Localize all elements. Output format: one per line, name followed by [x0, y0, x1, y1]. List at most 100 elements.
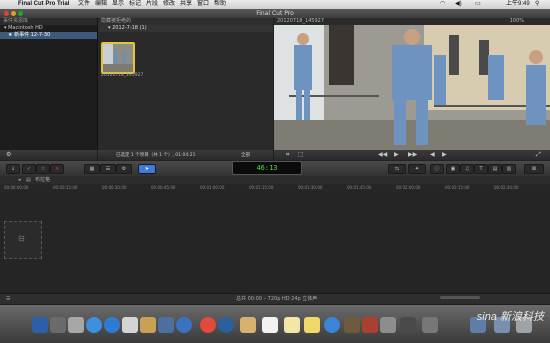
minimize-window-icon[interactable]	[11, 11, 16, 16]
reject-icon[interactable]: ✕	[50, 164, 64, 174]
mac-dock	[0, 305, 550, 343]
inspector-icon[interactable]: ⓘ	[430, 164, 444, 174]
mail-icon[interactable]	[122, 317, 138, 333]
system-icon[interactable]	[176, 317, 192, 333]
event-date: 2012-7-18	[112, 25, 138, 31]
empty-storyline-placeholder[interactable]: ⊟	[4, 221, 42, 259]
next-edit-icon[interactable]: ▶	[442, 151, 447, 158]
library-event-item[interactable]: ★ 新事件 12-7-30	[0, 32, 97, 39]
ruler-tick: 00:02:30:00	[494, 185, 519, 190]
final-cut-pro-icon[interactable]	[400, 317, 416, 333]
transform-icon[interactable]: ⬚	[298, 151, 304, 158]
menubar-clock[interactable]: 上午9:49	[506, 0, 530, 9]
event-browser-panel: 隐藏被拒绝的 ▾ 2012-7-18 (1) 20120718_145927	[98, 18, 273, 150]
import-media-icon[interactable]: ↓	[6, 164, 20, 174]
chrome-icon[interactable]	[200, 317, 216, 333]
photobooth-icon[interactable]	[362, 317, 378, 333]
stickies-icon[interactable]	[284, 317, 300, 333]
gear-icon[interactable]: ⚙	[116, 164, 132, 174]
clip-appearance-icon[interactable]: ▦	[84, 164, 100, 174]
finder-icon[interactable]	[32, 317, 48, 333]
crop-icon[interactable]: ⌗	[286, 151, 289, 159]
audio-meter-icon[interactable]: ⇆	[388, 164, 406, 174]
timeline-area[interactable]: ⊟	[0, 191, 550, 293]
browser-show-menu[interactable]: 全部	[241, 152, 250, 158]
zoom-window-icon[interactable]	[18, 11, 23, 16]
spotlight-icon[interactable]: ⚲	[535, 0, 539, 9]
viewer-header: 20120718_145927 100%	[274, 18, 550, 25]
library-disk-item[interactable]: ▾ Macintosh HD	[0, 25, 97, 32]
menu-file[interactable]: 文件	[78, 0, 90, 9]
project-icon: ▤	[26, 177, 31, 183]
wifi-icon[interactable]: ◠	[440, 0, 445, 9]
play-from-start-icon[interactable]: ◀◀	[378, 151, 387, 158]
dashboard-timecode[interactable]: 46:13	[232, 161, 302, 175]
menu-view[interactable]: 显示	[112, 0, 124, 9]
back-arrow-icon[interactable]: ◂	[18, 176, 21, 184]
ruler-tick: 00:01:45:00	[347, 185, 372, 190]
themes-icon[interactable]: ▥	[502, 164, 516, 174]
play-icon[interactable]: ▶	[394, 151, 399, 158]
menu-help[interactable]: 帮助	[214, 0, 226, 9]
clip-thumbnail[interactable]	[101, 42, 135, 74]
menu-clip[interactable]: 片段	[146, 0, 158, 9]
timeline-index-icon[interactable]: ☰	[6, 294, 10, 304]
close-window-icon[interactable]	[4, 11, 9, 16]
titles-icon[interactable]: T	[474, 164, 488, 174]
prev-edit-icon[interactable]: ◀	[430, 151, 435, 158]
volume-icon[interactable]: ◀)	[455, 0, 462, 9]
library-action-icon[interactable]: ⚙	[6, 151, 11, 158]
library-header: 事件资源库	[0, 18, 97, 25]
ruler-tick: 00:02:00:00	[396, 185, 421, 190]
menu-bar: Final Cut Pro Trial 文件 编辑 显示 标记 片段 修改 共享…	[0, 0, 550, 9]
iphoto-icon[interactable]	[344, 317, 360, 333]
viewer-panel: 20120718_145927 100%	[274, 18, 550, 150]
preview-icon[interactable]	[380, 317, 396, 333]
event-date-row[interactable]: ▾ 2012-7-18 (1)	[98, 25, 273, 32]
contacts-icon[interactable]	[140, 317, 156, 333]
mission-control-icon[interactable]	[68, 317, 84, 333]
notepad-icon[interactable]	[304, 317, 320, 333]
ruler-tick: 00:00:00:00	[4, 185, 29, 190]
ruler-tick: 00:01:00:00	[200, 185, 225, 190]
zoom-slider[interactable]	[440, 296, 480, 299]
menu-edit[interactable]: 编辑	[95, 0, 107, 9]
menu-window[interactable]: 窗口	[197, 0, 209, 9]
app-menu[interactable]: Final Cut Pro Trial	[18, 0, 69, 9]
ruler-tick: 00:01:15:00	[249, 185, 274, 190]
browser-filter[interactable]: 隐藏被拒绝的	[98, 18, 273, 25]
enhance-icon[interactable]: ✦	[408, 164, 426, 174]
music-icon[interactable]: ♫	[460, 164, 474, 174]
photos-icon[interactable]: ▣	[446, 164, 460, 174]
window-title: Final Cut Pro	[256, 10, 294, 17]
dashboard-icon[interactable]	[50, 317, 66, 333]
system-preferences-icon[interactable]	[422, 317, 438, 333]
favorite-icon[interactable]: ☆	[36, 164, 50, 174]
disclosure-triangle-icon[interactable]: ▾	[4, 25, 7, 31]
select-tool-icon[interactable]: ➤	[138, 164, 156, 174]
menu-share[interactable]: 共享	[180, 0, 192, 9]
timeline-header: ◂ ▤ 布拉格	[0, 176, 550, 184]
browser-bottom-bar: 已选定 1 个项目（共 1 个）, 01:04:21 全部	[98, 150, 273, 160]
battery-icon[interactable]: ▭	[475, 0, 481, 9]
transitions-icon[interactable]: ⊠	[524, 164, 544, 174]
menu-mark[interactable]: 标记	[129, 0, 141, 9]
fullscreen-icon[interactable]: ⤢	[536, 151, 541, 159]
filmstrip-view-icon[interactable]: ☰	[100, 164, 116, 174]
safari-icon[interactable]	[104, 317, 120, 333]
viewer-zoom[interactable]: 100%	[510, 18, 524, 25]
viewer-clip-name: 20120718_145927	[277, 18, 325, 24]
ruler-tick: 00:00:45:00	[151, 185, 176, 190]
itunes-icon[interactable]	[324, 317, 340, 333]
keyword-icon[interactable]: ✓	[22, 164, 36, 174]
app-store-icon[interactable]	[86, 317, 102, 333]
forward-icon[interactable]: ▶▶	[408, 151, 417, 158]
xcode-icon[interactable]	[158, 317, 174, 333]
notes-icon[interactable]	[240, 317, 256, 333]
timeline-status: 总共 00:00 – 720p HD 24p 立体声	[236, 296, 318, 302]
ruler-tick: 00:00:30:00	[102, 185, 127, 190]
calendar-icon[interactable]	[262, 317, 278, 333]
menu-modify[interactable]: 修改	[163, 0, 175, 9]
generators-icon[interactable]: ▤	[488, 164, 502, 174]
firefox-icon[interactable]	[218, 317, 234, 333]
